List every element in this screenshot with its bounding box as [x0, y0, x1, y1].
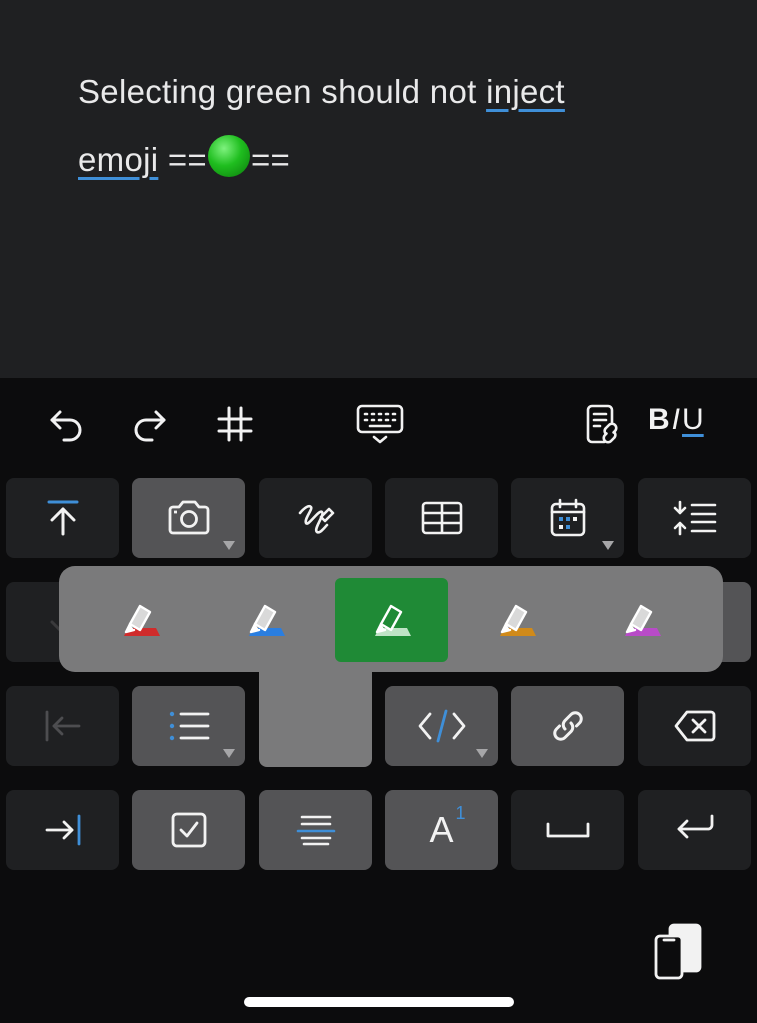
home-indicator[interactable] [244, 997, 514, 1007]
calendar-button[interactable] [511, 478, 624, 558]
drawing-button[interactable] [259, 478, 372, 558]
checkbox-icon [171, 812, 206, 848]
link-icon [552, 711, 583, 741]
keyboard-dismiss-icon [356, 404, 404, 444]
link-button[interactable] [511, 686, 624, 766]
highlighter-green-icon [374, 604, 411, 636]
arrow-to-top-icon [47, 500, 78, 536]
highlighter-red-icon [123, 604, 160, 636]
superscript-sup: 1 [455, 803, 466, 823]
return-button[interactable] [638, 790, 751, 870]
editor-area[interactable]: Selecting green should not inject emoji … [0, 0, 757, 378]
spellcheck-word-inject[interactable]: inject [486, 73, 565, 110]
keyboard-dismiss-button[interactable] [354, 400, 406, 448]
collapse-lines-icon [673, 500, 716, 536]
mark-open: == [158, 141, 207, 178]
highlight-green-option[interactable] [335, 578, 448, 662]
highlighter-blue-icon [248, 604, 285, 636]
editor-line-2: emoji == == [78, 126, 718, 194]
redo-button[interactable] [126, 400, 174, 448]
bullet-list-button[interactable] [132, 686, 245, 766]
dropdown-indicator [602, 541, 614, 550]
hashtag-icon [217, 406, 253, 442]
superscript-button[interactable]: A1 [385, 790, 498, 870]
line-spacing-button[interactable] [638, 478, 751, 558]
dropdown-indicator [223, 749, 235, 758]
text-format-button[interactable]: B I U [648, 400, 706, 440]
editor-toolbar [0, 378, 757, 468]
superscript-main: A [429, 809, 454, 850]
highlight-orange-option[interactable] [460, 578, 573, 662]
editor-line-1: Selecting green should not inject [78, 58, 718, 126]
backspace-icon [674, 710, 715, 742]
dropdown-indicator [476, 749, 488, 758]
highlight-purple-option[interactable] [585, 578, 698, 662]
document-link-icon [586, 404, 618, 444]
highlighter-orange-icon [499, 604, 536, 636]
superscript-label: A1 [429, 803, 465, 851]
document-link-button[interactable] [578, 400, 626, 448]
mark-close: == [250, 141, 291, 178]
text-run: Selecting green should not [78, 73, 487, 110]
camera-icon [168, 500, 209, 535]
pen-scribble-icon [298, 504, 334, 534]
code-icon [418, 709, 465, 743]
camera-button[interactable] [132, 478, 245, 558]
dropdown-indicator [223, 541, 235, 550]
italic-label: I [671, 403, 681, 436]
highlighter-purple-icon [624, 604, 661, 636]
devices-icon [654, 923, 702, 980]
calendar-icon [550, 498, 585, 537]
checkbox-button[interactable] [132, 790, 245, 870]
editor-text[interactable]: Selecting green should not inject emoji … [78, 58, 718, 194]
highlight-red-option[interactable] [84, 578, 197, 662]
strikethrough-icon [296, 815, 335, 846]
hashtag-button[interactable] [211, 400, 259, 448]
outdent-button [6, 686, 119, 766]
bullet-list-icon [169, 711, 209, 741]
undo-icon [50, 410, 82, 442]
undo-button[interactable] [42, 400, 90, 448]
return-icon [677, 814, 713, 839]
outdent-icon [45, 710, 80, 742]
indent-icon [45, 814, 80, 846]
strikethrough-button[interactable] [259, 790, 372, 870]
highlight-blue-option[interactable] [209, 578, 322, 662]
delete-button[interactable] [638, 686, 751, 766]
indent-button[interactable] [6, 790, 119, 870]
space-button[interactable] [511, 790, 624, 870]
table-icon [421, 501, 462, 535]
space-icon [546, 822, 589, 838]
code-button[interactable] [385, 686, 498, 766]
underline-label: U [682, 403, 704, 436]
table-button[interactable] [385, 478, 498, 558]
spellcheck-word-emoji[interactable]: emoji [78, 141, 158, 178]
switch-keyboard-button[interactable] [652, 922, 704, 982]
bold-label: B [648, 403, 670, 436]
green-circle-emoji [207, 135, 250, 177]
move-line-top-button[interactable] [6, 478, 119, 558]
redo-icon [134, 410, 166, 442]
highlight-popup-stem [259, 660, 372, 767]
